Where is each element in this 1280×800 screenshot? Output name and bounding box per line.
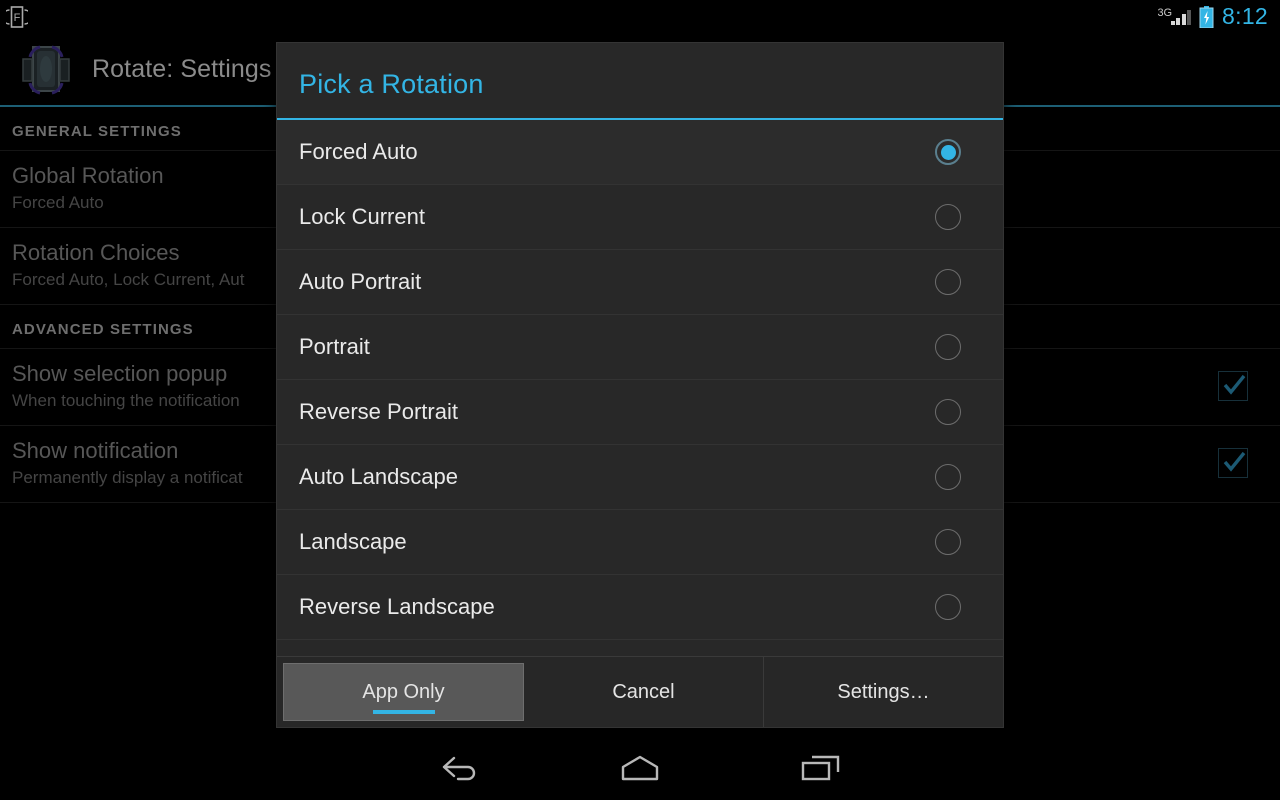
android-screen: F 3G 8:12 Rotate: Settings GENERAL SETTI… — [0, 0, 1280, 800]
signal-type-label: 3G — [1157, 6, 1172, 19]
pick-a-rotation-dialog: Pick a Rotation Forced Auto Lock Current… — [276, 42, 1004, 728]
option-row-reverse-portrait[interactable]: Reverse Portrait — [277, 380, 1003, 445]
option-label: Portrait — [299, 334, 370, 359]
option-label: Lock Current — [299, 204, 425, 229]
back-button[interactable] — [370, 740, 550, 800]
dialog-title-bar: Pick a Rotation — [277, 43, 1003, 120]
recents-button[interactable] — [730, 740, 910, 800]
radio-lock-current[interactable] — [935, 204, 961, 230]
navigation-bar — [0, 740, 1280, 800]
radio-reverse-portrait[interactable] — [935, 399, 961, 425]
status-bar: F 3G 8:12 — [0, 0, 1280, 34]
option-label: Reverse Landscape — [299, 594, 495, 619]
rotate-f-icon: F — [1, 5, 33, 29]
radio-forced-auto[interactable] — [935, 139, 961, 165]
radio-reverse-landscape[interactable] — [935, 594, 961, 620]
option-row-auto-landscape[interactable]: Auto Landscape — [277, 445, 1003, 510]
checkbox-show-notification[interactable] — [1218, 448, 1248, 478]
dialog-button-bar: App Only Cancel Settings… — [277, 656, 1003, 727]
radio-portrait[interactable] — [935, 334, 961, 360]
option-row-portrait[interactable]: Portrait — [277, 315, 1003, 380]
check-icon — [1223, 374, 1246, 395]
option-row-auto-portrait[interactable]: Auto Portrait — [277, 250, 1003, 315]
recents-icon — [796, 752, 844, 789]
option-label: Landscape — [299, 529, 407, 554]
battery-charging-icon — [1199, 6, 1214, 29]
status-bar-system-icons: 3G 8:12 — [1158, 3, 1280, 29]
status-bar-clock: 8:12 — [1222, 3, 1268, 29]
checkbox-show-selection-popup[interactable] — [1218, 371, 1248, 401]
status-bar-notifications: F — [0, 5, 33, 29]
cancel-button[interactable]: Cancel — [524, 657, 764, 727]
option-label: Auto Landscape — [299, 464, 459, 489]
home-icon — [615, 752, 665, 789]
rotation-options-list[interactable]: Forced Auto Lock Current Auto Portrait P… — [277, 120, 1003, 656]
home-button[interactable] — [550, 740, 730, 800]
radio-landscape[interactable] — [935, 529, 961, 555]
option-row-lock-current[interactable]: Lock Current — [277, 185, 1003, 250]
dialog-title: Pick a Rotation — [299, 69, 484, 99]
signal-bars-icon: 3G — [1158, 7, 1192, 25]
back-icon — [438, 753, 482, 788]
check-icon — [1223, 451, 1246, 472]
option-label: Reverse Portrait — [299, 399, 458, 424]
option-label: Auto Portrait — [299, 269, 422, 294]
option-row-landscape[interactable]: Landscape — [277, 510, 1003, 575]
option-row-forced-auto[interactable]: Forced Auto — [277, 120, 1003, 185]
rotate-device-icon — [16, 42, 76, 98]
radio-auto-landscape[interactable] — [935, 464, 961, 490]
svg-text:F: F — [14, 12, 21, 24]
option-label: Forced Auto — [299, 139, 418, 164]
app-only-button[interactable]: App Only — [283, 663, 524, 721]
page-title: Rotate: Settings — [92, 55, 272, 83]
option-row-reverse-landscape[interactable]: Reverse Landscape — [277, 575, 1003, 640]
settings-button[interactable]: Settings… — [764, 657, 1003, 727]
radio-auto-portrait[interactable] — [935, 269, 961, 295]
